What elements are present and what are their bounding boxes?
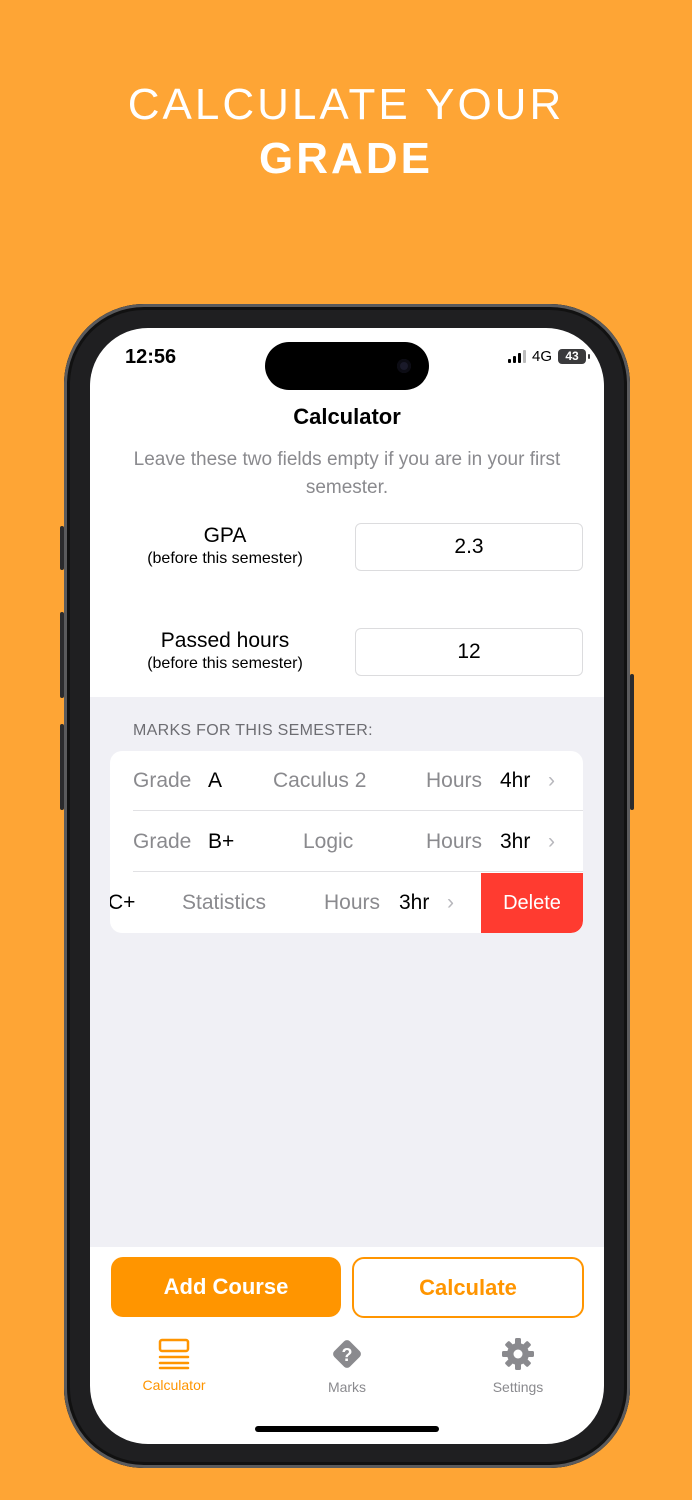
- hours-label: Hours: [426, 830, 483, 853]
- camera-icon: [397, 359, 411, 373]
- calculate-button[interactable]: Calculate: [352, 1257, 584, 1318]
- hours-label: Hours: [324, 891, 381, 914]
- svg-text:?: ?: [342, 1345, 353, 1365]
- course-name: Statistics: [182, 891, 267, 914]
- gpa-label: GPA: [203, 524, 247, 547]
- tab-label: Marks: [327, 1379, 367, 1395]
- app-screen: 12:56 4G 43 Calculator Leave these two f…: [90, 328, 604, 1444]
- phone-action-button: [60, 526, 64, 570]
- gear-icon: [502, 1338, 534, 1370]
- chevron-right-icon: ›: [548, 769, 555, 792]
- delete-button[interactable]: Delete: [481, 873, 583, 933]
- tab-marks[interactable]: ? Marks: [287, 1336, 407, 1395]
- dynamic-island: [265, 342, 429, 390]
- grade-label: Grade: [133, 830, 192, 853]
- promo-headline-line2: GRADE: [259, 134, 433, 183]
- passed-hours-label-group: Passed hours (before this semester): [110, 629, 340, 673]
- list-item-swiped[interactable]: C+ Statistics Hours 3hr › Delete: [110, 873, 583, 933]
- marks-section-header: MARKS FOR THIS SEMESTER:: [133, 722, 373, 739]
- grade-value: B+: [208, 830, 235, 853]
- row-divider: [133, 810, 583, 811]
- row-divider: [133, 871, 583, 872]
- phone-power-button: [630, 674, 634, 810]
- network-type: 4G: [531, 348, 552, 365]
- gpa-label-group: GPA (before this semester): [110, 524, 340, 568]
- question-diamond-icon: ?: [333, 1340, 361, 1368]
- passed-hours-input[interactable]: 12: [355, 628, 583, 676]
- marks-list: Grade A Caculus 2 Hours 4hr › Grade B+ L…: [110, 751, 583, 933]
- passed-hours-sublabel: (before this semester): [147, 655, 303, 672]
- add-course-button[interactable]: Add Course: [111, 1257, 341, 1317]
- promo-headline-line1: CALCULATE YOUR: [127, 80, 565, 129]
- tab-label: Settings: [492, 1379, 544, 1395]
- gpa-input[interactable]: 2.3: [355, 523, 583, 571]
- signal-icon: [507, 350, 526, 363]
- list-item[interactable]: Grade A Caculus 2 Hours 4hr ›: [110, 751, 583, 811]
- phone-volume-up-button: [60, 612, 64, 698]
- tab-calculator[interactable]: Calculator: [114, 1336, 234, 1393]
- course-name: Logic: [303, 830, 354, 853]
- battery-icon: 43: [558, 349, 590, 364]
- phone-volume-down-button: [60, 724, 64, 810]
- tab-settings[interactable]: Settings: [458, 1336, 578, 1395]
- page-title: Calculator: [293, 404, 401, 429]
- hint-text: Leave these two fields empty if you are …: [133, 449, 561, 498]
- list-item[interactable]: Grade B+ Logic Hours 3hr ›: [110, 812, 583, 872]
- battery-level: 43: [565, 349, 579, 363]
- status-indicators: 4G 43: [507, 348, 590, 365]
- status-time: 12:56: [125, 346, 177, 368]
- grade-value: C+: [110, 891, 136, 914]
- course-name: Caculus 2: [273, 769, 367, 792]
- passed-hours-label: Passed hours: [160, 629, 290, 652]
- chevron-right-icon: ›: [548, 830, 555, 853]
- hours-value: 4hr: [500, 769, 531, 792]
- tab-label: Calculator: [142, 1377, 206, 1393]
- home-indicator: [255, 1426, 439, 1432]
- list-icon: [158, 1338, 190, 1370]
- hours-value: 3hr: [399, 891, 430, 914]
- hours-value: 3hr: [500, 830, 531, 853]
- hours-label: Hours: [426, 769, 483, 792]
- grade-value: A: [208, 769, 223, 792]
- chevron-right-icon: ›: [447, 891, 454, 914]
- gpa-sublabel: (before this semester): [147, 550, 303, 567]
- grade-label: Grade: [133, 769, 192, 792]
